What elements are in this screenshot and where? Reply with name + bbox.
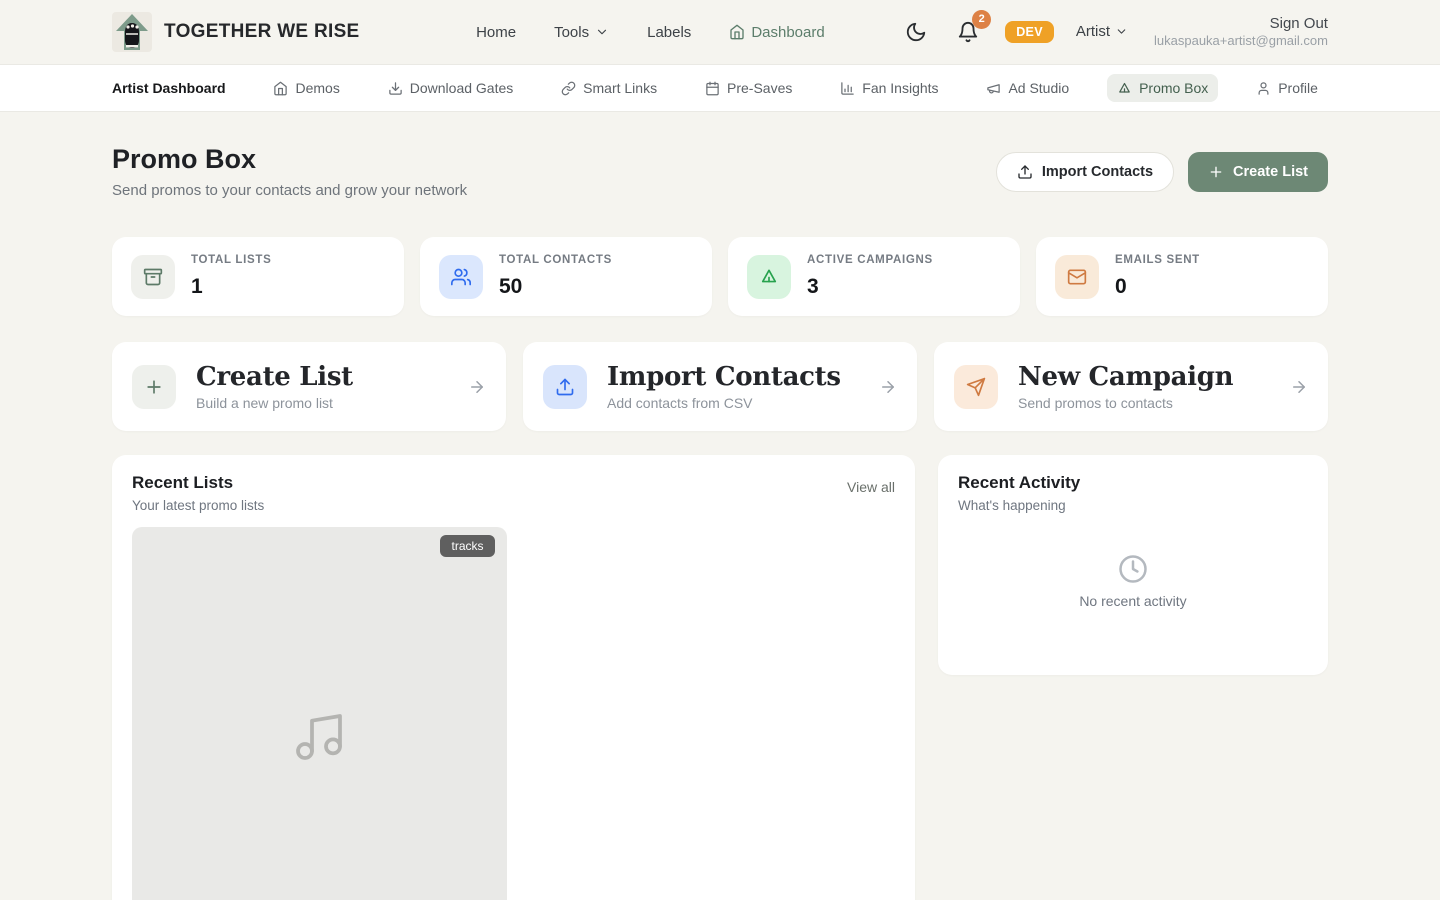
stat-value: 3 xyxy=(807,275,933,299)
calendar-icon xyxy=(705,81,720,96)
stat-emails-sent: EMAILS SENT 0 xyxy=(1036,237,1328,316)
subnav-fan-insights[interactable]: Fan Insights xyxy=(830,74,948,102)
bar-chart-icon xyxy=(840,81,855,96)
import-contacts-card[interactable]: Import Contacts Add contacts from CSV xyxy=(523,342,917,431)
upload-icon xyxy=(543,365,587,409)
create-list-card[interactable]: Create List Build a new promo list xyxy=(112,342,506,431)
page-title: Promo Box xyxy=(112,144,467,175)
lists-grid: tracks xyxy=(132,527,895,900)
sign-out-link[interactable]: Sign Out xyxy=(1270,14,1328,34)
home-icon xyxy=(729,24,745,40)
chevron-down-icon xyxy=(1115,25,1128,38)
user-email: lukaspauka+artist@gmail.com xyxy=(1154,33,1328,50)
recent-lists-panel: Recent Lists Your latest promo lists Vie… xyxy=(112,455,915,900)
subnav-demos[interactable]: Demos xyxy=(263,74,349,102)
stat-label: TOTAL LISTS xyxy=(191,254,271,266)
stat-value: 50 xyxy=(499,275,612,299)
card-title: New Campaign xyxy=(1018,362,1233,392)
card-subtitle: Send promos to contacts xyxy=(1018,395,1233,411)
send-icon xyxy=(954,365,998,409)
subnav-profile[interactable]: Profile xyxy=(1246,74,1328,102)
new-campaign-card[interactable]: New Campaign Send promos to contacts xyxy=(934,342,1328,431)
card-subtitle: Add contacts from CSV xyxy=(607,395,841,411)
account-block: Sign Out lukaspauka+artist@gmail.com xyxy=(1154,14,1328,50)
page-subtitle: Send promos to your contacts and grow yo… xyxy=(112,182,467,199)
arrow-right-icon xyxy=(879,378,897,396)
arrow-right-icon xyxy=(1290,378,1308,396)
stat-label: TOTAL CONTACTS xyxy=(499,254,612,266)
card-title: Create List xyxy=(196,362,353,392)
brand-logo-icon xyxy=(112,12,152,52)
nav-tools-dropdown[interactable]: Tools xyxy=(554,24,609,41)
nav-home[interactable]: Home xyxy=(476,24,516,41)
header-actions: Import Contacts Create List xyxy=(996,152,1328,192)
panel-subtitle: What's happening xyxy=(958,498,1080,513)
stat-total-lists: TOTAL LISTS 1 xyxy=(112,237,404,316)
artist-subnav: Artist Dashboard Demos Download Gates Sm… xyxy=(0,64,1440,112)
stat-label: ACTIVE CAMPAIGNS xyxy=(807,254,933,266)
stat-total-contacts: TOTAL CONTACTS 50 xyxy=(420,237,712,316)
subnav-promo-box[interactable]: Promo Box xyxy=(1107,74,1218,102)
role-menu[interactable]: Artist xyxy=(1076,23,1128,40)
topbar-right: 2 DEV Artist Sign Out lukaspauka+artist@… xyxy=(901,14,1328,50)
chevron-down-icon xyxy=(595,25,609,39)
archive-icon xyxy=(131,255,175,299)
empty-state-text: No recent activity xyxy=(1079,593,1186,609)
env-badge: DEV xyxy=(1005,21,1054,43)
empty-state: No recent activity xyxy=(958,513,1308,657)
upload-icon xyxy=(1017,164,1033,180)
plus-icon xyxy=(132,365,176,409)
top-navbar: TOGETHER WE RISE Home Tools Labels Dashb… xyxy=(0,0,1440,64)
link-icon xyxy=(561,81,576,96)
subnav-download-gates[interactable]: Download Gates xyxy=(378,74,524,102)
stat-label: EMAILS SENT xyxy=(1115,254,1200,266)
moon-icon xyxy=(905,21,927,43)
dark-mode-toggle[interactable] xyxy=(901,17,931,47)
list-type-badge: tracks xyxy=(440,535,494,557)
main-content: Promo Box Send promos to your contacts a… xyxy=(0,144,1440,900)
users-icon xyxy=(439,255,483,299)
campaign-icon xyxy=(1117,81,1132,96)
brand-name: TOGETHER WE RISE xyxy=(164,21,360,43)
notification-count-badge: 2 xyxy=(972,10,991,29)
main-nav: Home Tools Labels Dashboard xyxy=(436,24,825,41)
clock-icon xyxy=(1118,554,1148,584)
subnav-pre-saves[interactable]: Pre-Saves xyxy=(695,74,802,102)
list-item[interactable]: tracks xyxy=(132,527,507,900)
megaphone-icon xyxy=(986,81,1001,96)
arrow-right-icon xyxy=(468,378,486,396)
subnav-smart-links[interactable]: Smart Links xyxy=(551,74,667,102)
create-list-button[interactable]: Create List xyxy=(1188,152,1328,192)
panel-subtitle: Your latest promo lists xyxy=(132,498,264,513)
quick-actions-row: Create List Build a new promo list Impor… xyxy=(112,342,1328,431)
bottom-panels: Recent Lists Your latest promo lists Vie… xyxy=(112,455,1328,900)
music-icon xyxy=(291,709,347,765)
stat-value: 1 xyxy=(191,275,271,299)
campaign-icon xyxy=(747,255,791,299)
brand[interactable]: TOGETHER WE RISE xyxy=(112,12,360,52)
subnav-artist-dashboard[interactable]: Artist Dashboard xyxy=(112,74,236,102)
stat-value: 0 xyxy=(1115,275,1200,299)
view-all-link[interactable]: View all xyxy=(847,479,895,495)
user-icon xyxy=(1256,81,1271,96)
card-subtitle: Build a new promo list xyxy=(196,395,353,411)
stats-row: TOTAL LISTS 1 TOTAL CONTACTS 50 ACTIVE xyxy=(112,237,1328,316)
nav-labels[interactable]: Labels xyxy=(647,24,691,41)
plus-icon xyxy=(1208,164,1224,180)
card-title: Import Contacts xyxy=(607,362,841,392)
stat-active-campaigns: ACTIVE CAMPAIGNS 3 xyxy=(728,237,1020,316)
panel-title: Recent Activity xyxy=(958,473,1080,493)
page-header: Promo Box Send promos to your contacts a… xyxy=(112,144,1328,199)
recent-activity-panel: Recent Activity What's happening No rece… xyxy=(938,455,1328,675)
home-icon xyxy=(273,81,288,96)
panel-title: Recent Lists xyxy=(132,473,264,493)
nav-dashboard[interactable]: Dashboard xyxy=(729,24,824,41)
notifications-button[interactable]: 2 xyxy=(953,17,983,47)
promo-box-page: TOGETHER WE RISE Home Tools Labels Dashb… xyxy=(0,0,1440,900)
download-icon xyxy=(388,81,403,96)
mail-icon xyxy=(1055,255,1099,299)
subnav-ad-studio[interactable]: Ad Studio xyxy=(976,74,1079,102)
import-contacts-button[interactable]: Import Contacts xyxy=(996,152,1174,192)
